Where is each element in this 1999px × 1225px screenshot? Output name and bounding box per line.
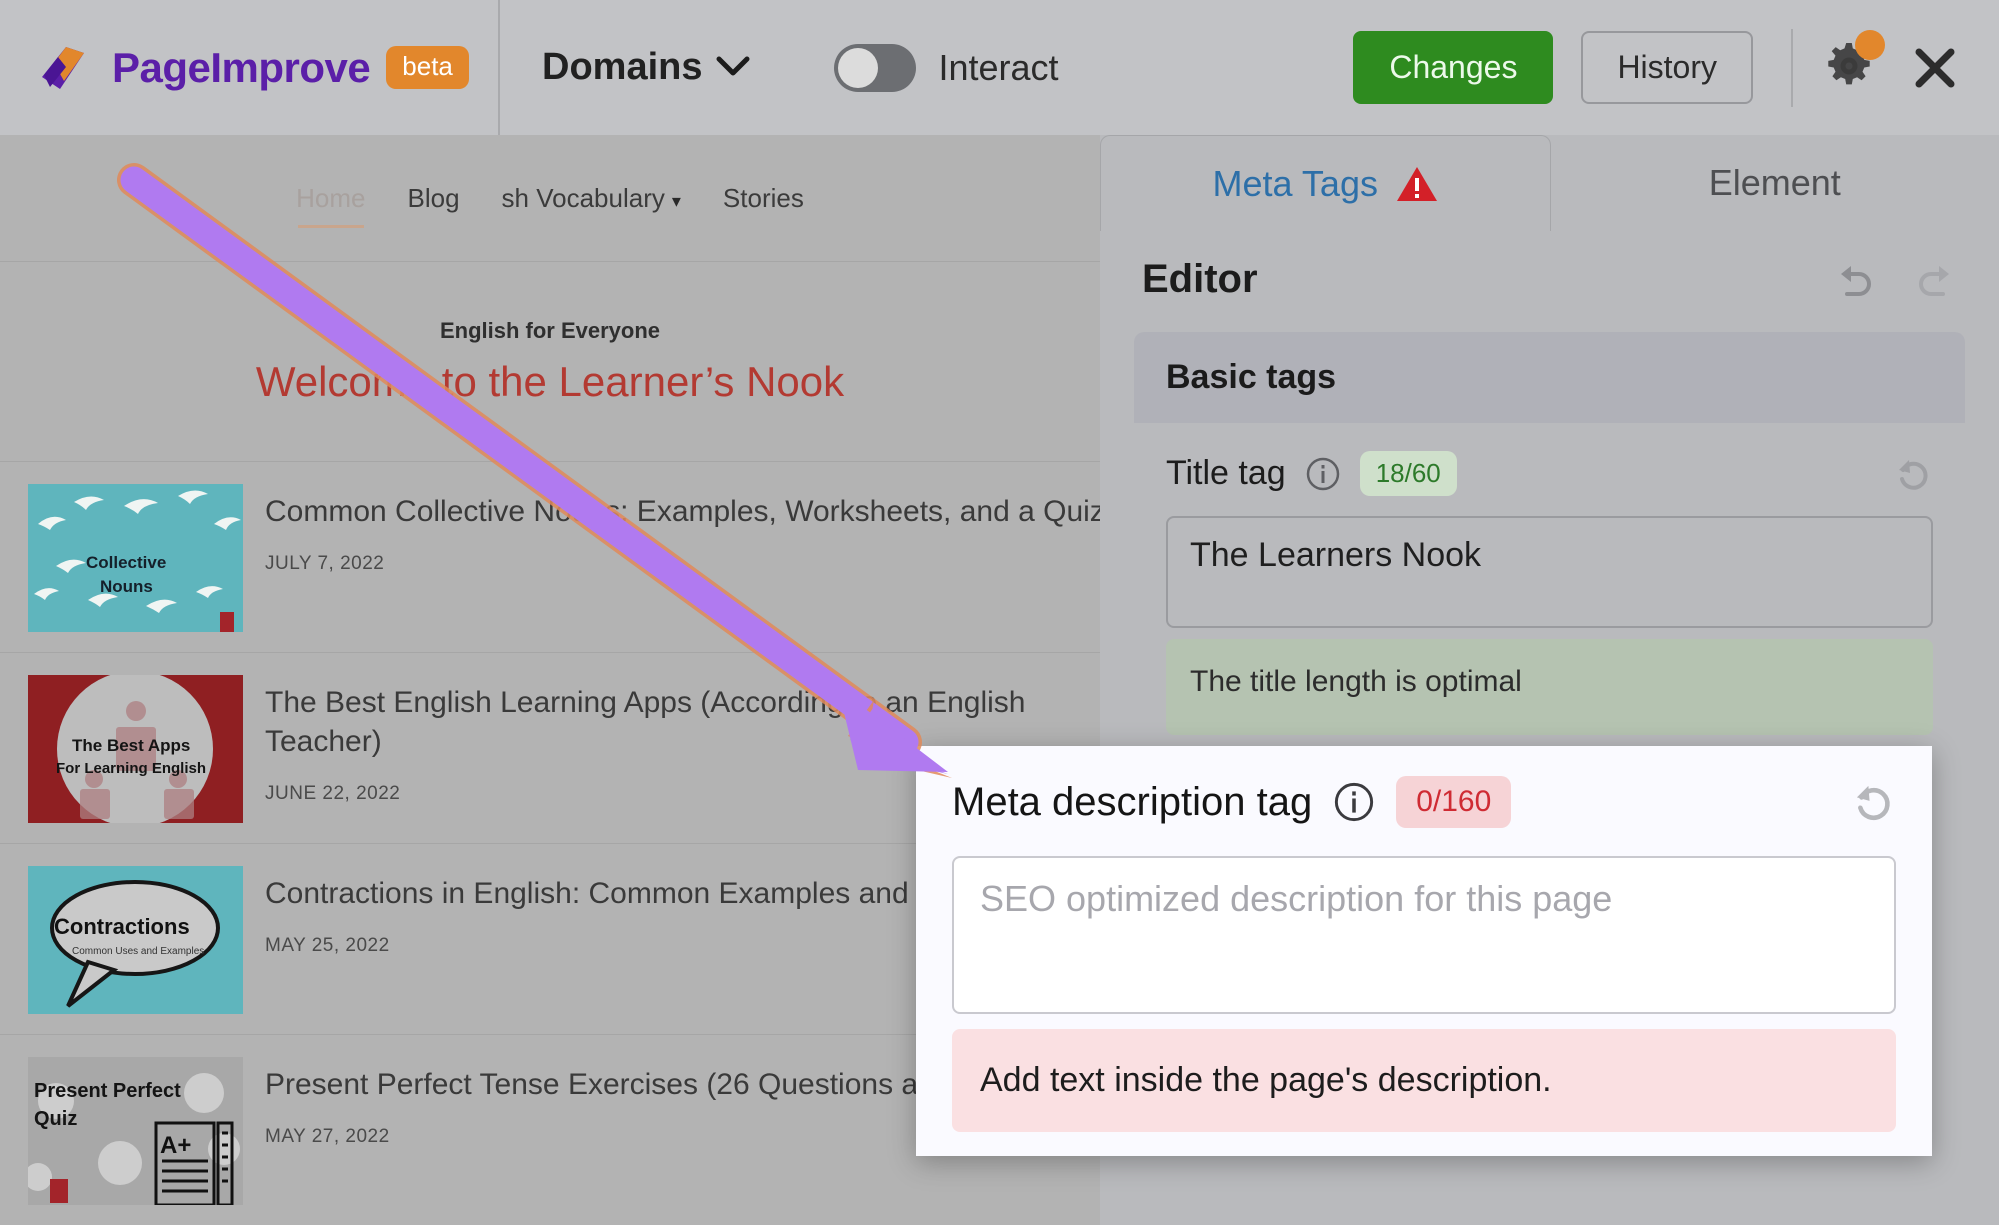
meta-description-counter: 0/160	[1396, 776, 1511, 828]
collective-nouns-thumbnail: Collective Nouns	[28, 484, 243, 632]
svg-text:Common Uses and Examples: Common Uses and Examples	[72, 946, 204, 957]
meta-description-popup: Meta description tag 0/160 Add text insi…	[916, 746, 1932, 1156]
meta-description-input[interactable]	[952, 856, 1896, 1014]
post-title[interactable]: Common Collective Nouns: Examples, Works…	[265, 492, 1045, 531]
title-tag-input[interactable]	[1166, 516, 1933, 628]
header-divider	[1791, 29, 1793, 107]
close-icon[interactable]	[1911, 44, 1959, 92]
app-header: PageImprove beta Domains Interact Change…	[0, 0, 1999, 135]
svg-text:Quiz: Quiz	[34, 1108, 77, 1130]
page-title: Editor	[1142, 257, 1258, 302]
post-date: MAY 25, 2022	[265, 935, 954, 957]
post-date: JULY 7, 2022	[265, 553, 1045, 575]
svg-text:Nouns: Nouns	[100, 577, 153, 596]
svg-text:A+: A+	[160, 1132, 191, 1159]
post-date: MAY 27, 2022	[265, 1126, 951, 1148]
nav-item-stories[interactable]: Stories	[723, 183, 804, 214]
tab-meta-tags-label: Meta Tags	[1213, 163, 1378, 205]
history-controls	[1833, 262, 1957, 298]
svg-text:The Best Apps: The Best Apps	[72, 736, 190, 755]
title-tag-label: Title tag	[1166, 454, 1286, 493]
changes-button[interactable]: Changes	[1353, 31, 1553, 104]
nav-item-vocabulary-label: sh Vocabulary	[502, 183, 665, 213]
site-navigation: Home Blog sh Vocabulary ▾ Stories	[0, 135, 1100, 262]
hero-section: English for Everyone Welcome to the Lear…	[0, 262, 1100, 462]
notification-dot	[1855, 30, 1885, 60]
basic-tags-title: Basic tags	[1166, 358, 1336, 396]
editor-header: Editor	[1134, 231, 1965, 332]
panel-body: Editor	[1100, 231, 1999, 735]
nav-item-vocabulary[interactable]: sh Vocabulary ▾	[502, 183, 681, 214]
svg-text:Present Perfect: Present Perfect	[34, 1080, 181, 1102]
title-tag-label-row: Title tag 18/60	[1166, 451, 1933, 496]
post-body: Contractions in English: Common Examples…	[265, 866, 954, 1014]
brand-zone: PageImprove beta	[0, 0, 500, 135]
nav-item-blog[interactable]: Blog	[408, 183, 460, 214]
domains-label: Domains	[542, 46, 702, 89]
warning-triangle-icon	[1396, 165, 1438, 203]
hero-kicker: English for Everyone	[440, 318, 660, 344]
chevron-down-icon	[716, 53, 750, 83]
present-perfect-quiz-thumbnail: Present Perfect Quiz A+	[28, 1057, 243, 1205]
meta-description-label: Meta description tag	[952, 780, 1312, 825]
nav-item-home[interactable]: Home	[296, 183, 365, 214]
domains-selector[interactable]: Domains	[500, 46, 750, 89]
app-root: PageImprove beta Domains Interact Change…	[0, 0, 1999, 1225]
meta-description-error: Add text inside the page's description.	[952, 1029, 1896, 1132]
chevron-down-icon: ▾	[672, 191, 681, 211]
post-body: Present Perfect Tense Exercises (26 Ques…	[265, 1057, 951, 1205]
info-icon[interactable]	[1306, 457, 1340, 491]
undo-icon[interactable]	[1833, 262, 1877, 298]
contractions-thumbnail: Contractions Common Uses and Examples	[28, 866, 243, 1014]
interact-toggle[interactable]	[834, 44, 916, 92]
info-icon[interactable]	[1334, 782, 1374, 822]
header-actions: Changes History	[1353, 29, 1999, 107]
basic-tags-card: Basic tags Title tag 18/60	[1134, 332, 1965, 735]
gear-icon[interactable]	[1823, 40, 1879, 96]
pageimprove-logo-icon	[32, 37, 94, 99]
tab-meta-tags[interactable]: Meta Tags	[1100, 135, 1551, 231]
post-title[interactable]: Contractions in English: Common Examples…	[265, 874, 954, 913]
post-title[interactable]: Present Perfect Tense Exercises (26 Ques…	[265, 1065, 951, 1104]
interact-toggle-group[interactable]: Interact	[834, 44, 1058, 92]
hero-title: Welcome to the Learner’s Nook	[256, 358, 844, 406]
reset-icon[interactable]	[1850, 779, 1896, 825]
title-tag-counter: 18/60	[1360, 451, 1457, 496]
svg-text:For Learning English: For Learning English	[56, 760, 206, 777]
panel-tabs: Meta Tags Element	[1100, 135, 1999, 231]
svg-text:Contractions: Contractions	[54, 914, 190, 939]
basic-tags-header: Basic tags	[1134, 332, 1965, 423]
title-tag-field: Title tag 18/60	[1134, 423, 1965, 735]
redo-icon[interactable]	[1913, 262, 1957, 298]
history-button[interactable]: History	[1581, 31, 1753, 104]
list-item[interactable]: Collective Nouns Common Collective Nouns…	[0, 462, 1100, 653]
interact-label: Interact	[938, 47, 1058, 89]
tab-element[interactable]: Element	[1551, 135, 1999, 231]
post-body: Common Collective Nouns: Examples, Works…	[265, 484, 1045, 632]
reset-icon[interactable]	[1893, 454, 1933, 494]
svg-text:Collective: Collective	[86, 553, 166, 572]
meta-description-label-row: Meta description tag 0/160	[952, 776, 1896, 828]
beta-badge: beta	[386, 46, 469, 89]
brand-name: PageImprove	[112, 44, 370, 92]
best-apps-thumbnail: The Best Apps For Learning English	[28, 675, 243, 823]
title-tag-hint: The title length is optimal	[1166, 639, 1933, 735]
toggle-knob	[838, 48, 878, 88]
